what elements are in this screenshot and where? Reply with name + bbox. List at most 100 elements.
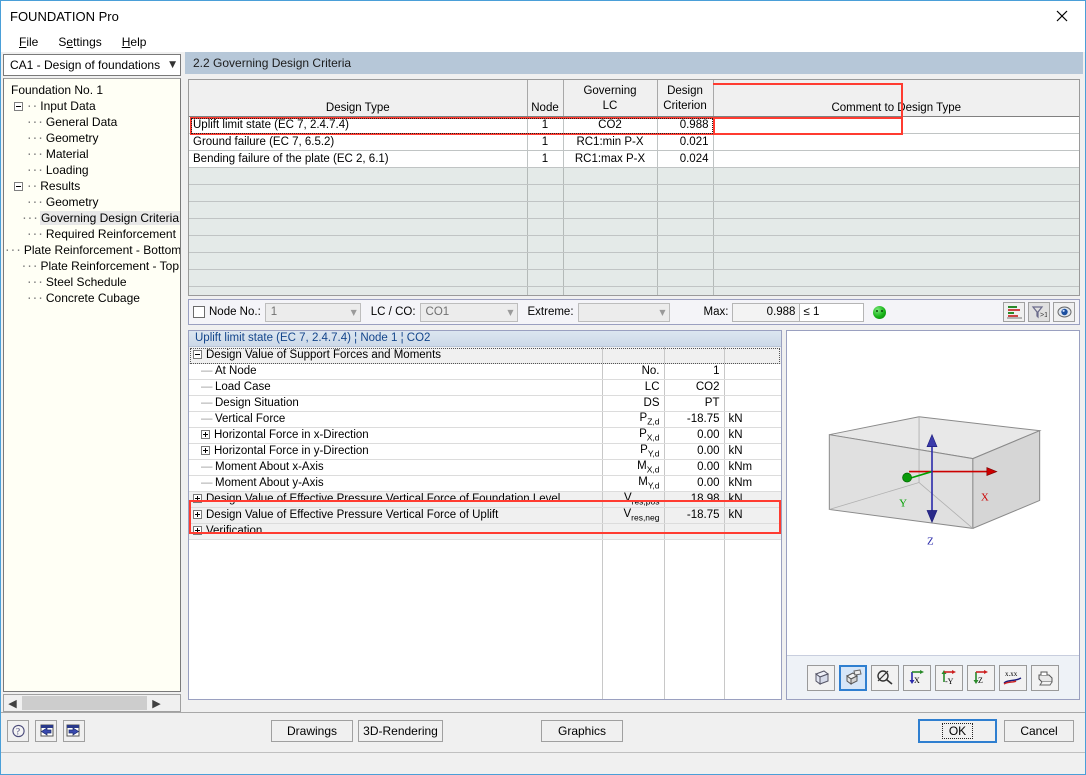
cell-design-type[interactable]: Bending failure of the plate (EC 2, 6.1) bbox=[189, 150, 528, 168]
col-comment[interactable]: Comment to Design Type bbox=[713, 80, 1079, 117]
next-arrow-icon[interactable] bbox=[63, 720, 85, 742]
detail-group-row[interactable]: Design Value of Effective Pressure Verti… bbox=[189, 491, 781, 508]
sidebar-item-concrete-cubage[interactable]: ··· Concrete Cubage bbox=[4, 290, 180, 306]
expand-icon[interactable] bbox=[193, 526, 202, 535]
table-row[interactable]: Ground failure (EC 7, 6.5.2) 1 RC1:min P-X… bbox=[189, 133, 1079, 151]
expand-icon[interactable] bbox=[193, 494, 202, 503]
sidebar-item-plate-reinforcement-top[interactable]: ··· Plate Reinforcement - Top bbox=[4, 258, 180, 274]
sidebar-item-steel-schedule[interactable]: ··· Steel Schedule bbox=[4, 274, 180, 290]
cell-lc[interactable]: CO2 bbox=[563, 116, 658, 134]
3d-rendering-button[interactable]: 3D-Rendering bbox=[358, 720, 443, 742]
extreme-select[interactable]: ▼ bbox=[577, 302, 670, 322]
detail-label-cell[interactable]: Horizontal Force in x-Direction bbox=[189, 427, 602, 444]
cell-node[interactable]: 1 bbox=[527, 133, 564, 151]
drawings-button[interactable]: Drawings bbox=[271, 720, 353, 742]
cell-criterion[interactable]: 0.024 bbox=[657, 150, 714, 168]
view-x-icon[interactable]: X bbox=[903, 664, 931, 691]
cell-comment[interactable] bbox=[713, 116, 1079, 134]
col-node[interactable]: Node bbox=[527, 80, 564, 117]
values-x-xx-icon[interactable]: x.xx bbox=[999, 664, 1027, 691]
node-no-checkbox[interactable] bbox=[193, 306, 205, 318]
detail-group-row[interactable]: Design Value of Effective Pressure Verti… bbox=[189, 507, 781, 524]
help-question-icon[interactable]: ? bbox=[7, 720, 29, 742]
governing-criteria-grid[interactable]: Design Type Node Governing LC Design Cri… bbox=[188, 79, 1080, 296]
cell-lc[interactable]: RC1:max P-X bbox=[563, 150, 658, 168]
navigator-tree[interactable]: Foundation No. 1 ·· Input Data ··· General D… bbox=[3, 78, 181, 692]
detail-label-cell[interactable]: — Vertical Force bbox=[189, 411, 602, 428]
detail-label-cell[interactable]: — Moment About y-Axis bbox=[189, 475, 602, 492]
detail-label-cell[interactable]: Design Value of Effective Pressure Verti… bbox=[189, 491, 602, 508]
detail-group-row[interactable]: Verification bbox=[189, 523, 781, 540]
sidebar-item-loading[interactable]: ··· Loading bbox=[4, 162, 180, 178]
detail-label-cell[interactable]: Design Value of Effective Pressure Verti… bbox=[189, 507, 602, 524]
table-row[interactable]: Bending failure of the plate (EC 2, 6.1)… bbox=[189, 150, 1079, 168]
print-icon[interactable] bbox=[1031, 664, 1059, 691]
sidebar-item-geometry[interactable]: ··· Geometry bbox=[4, 194, 180, 210]
sidebar-item-geometry[interactable]: ··· Geometry bbox=[4, 130, 180, 146]
scroll-right-icon[interactable]: ▶ bbox=[148, 695, 165, 711]
menu-item-file[interactable]: File bbox=[10, 33, 47, 51]
cell-lc[interactable]: RC1:min P-X bbox=[563, 133, 658, 151]
detail-row[interactable]: Horizontal Force in x-Direction PX,d 0.00 k… bbox=[189, 427, 781, 444]
cell-design-type[interactable]: Ground failure (EC 7, 6.5.2) bbox=[189, 133, 528, 151]
model-viewport[interactable]: Y X Z bbox=[787, 331, 1079, 655]
scrollbar-thumb[interactable] bbox=[22, 696, 147, 710]
cancel-button[interactable]: Cancel bbox=[1004, 720, 1074, 742]
zoom-crosshair-icon[interactable] bbox=[871, 664, 899, 691]
lc-co-select[interactable]: CO1 ▼ bbox=[419, 302, 518, 322]
col-governing-lc[interactable]: Governing LC bbox=[563, 80, 658, 117]
detail-row[interactable]: — At Node No. 1 bbox=[189, 363, 781, 380]
graphics-button[interactable]: Graphics bbox=[541, 720, 623, 742]
view-negative-y-icon[interactable]: -Y bbox=[935, 664, 963, 691]
sidebar-item-general-data[interactable]: ··· General Data bbox=[4, 114, 180, 130]
detail-row[interactable]: — Load Case LC CO2 bbox=[189, 379, 781, 396]
cell-criterion[interactable]: 0.021 bbox=[657, 133, 714, 151]
sidebar-item-plate-reinforcement-bottom[interactable]: ··· Plate Reinforcement - Bottom bbox=[4, 242, 180, 258]
cell-node[interactable]: 1 bbox=[527, 116, 564, 134]
expand-icon[interactable] bbox=[201, 430, 210, 439]
detail-pane[interactable]: Uplift limit state (EC 7, 2.4.7.4) ¦ Nod… bbox=[188, 330, 782, 700]
col-design-criterion[interactable]: Design Criterion bbox=[657, 80, 714, 117]
filter-greater-than-one-icon[interactable]: >1 bbox=[1028, 302, 1050, 322]
close-icon[interactable] bbox=[1039, 1, 1085, 31]
color-bars-icon[interactable] bbox=[1003, 302, 1025, 322]
cell-comment[interactable] bbox=[713, 150, 1079, 168]
ok-button[interactable]: OK bbox=[918, 719, 997, 743]
detail-label-cell[interactable]: Design Value of Support Forces and Momen… bbox=[189, 347, 602, 364]
table-row[interactable]: Uplift limit state (EC 7, 2.4.7.4) 1 CO2 0.… bbox=[189, 116, 1079, 134]
sidebar-item-foundation-no-1[interactable]: Foundation No. 1 bbox=[4, 82, 180, 98]
case-select[interactable]: CA1 - Design of foundations ▼ bbox=[3, 54, 181, 76]
sidebar-item-input-data[interactable]: ·· Input Data bbox=[4, 98, 180, 114]
tree-collapse-icon[interactable] bbox=[14, 101, 23, 111]
cell-design-type[interactable]: Uplift limit state (EC 7, 2.4.7.4) bbox=[189, 116, 528, 134]
detail-label-cell[interactable]: — Load Case bbox=[189, 379, 602, 396]
detail-label-cell[interactable]: Horizontal Force in y-Direction bbox=[189, 443, 602, 460]
sidebar-item-governing-design-criteria[interactable]: ··· Governing Design Criteria bbox=[4, 210, 180, 226]
detail-row[interactable]: — Moment About y-Axis MY,d 0.00 kNm bbox=[189, 475, 781, 492]
detail-group-row[interactable]: Design Value of Support Forces and Momen… bbox=[189, 347, 781, 364]
cell-node[interactable]: 1 bbox=[527, 150, 564, 168]
tree-collapse-icon[interactable] bbox=[14, 181, 23, 191]
detail-row[interactable]: Horizontal Force in y-Direction PY,d 0.00 k… bbox=[189, 443, 781, 460]
menu-item-settings[interactable]: Settings bbox=[49, 33, 110, 51]
scroll-left-icon[interactable]: ◀ bbox=[4, 695, 21, 711]
detail-row[interactable]: — Moment About x-Axis MX,d 0.00 kNm bbox=[189, 459, 781, 476]
menu-item-help[interactable]: Help bbox=[113, 33, 156, 51]
eye-icon[interactable] bbox=[1053, 302, 1075, 322]
col-design-type[interactable]: Design Type bbox=[189, 80, 528, 117]
expand-icon[interactable] bbox=[201, 446, 210, 455]
detail-label-cell[interactable]: Verification bbox=[189, 523, 602, 540]
sidebar-item-required-reinforcement[interactable]: ··· Required Reinforcement bbox=[4, 226, 180, 242]
sidebar-item-results[interactable]: ·· Results bbox=[4, 178, 180, 194]
wireframe-cube-icon[interactable] bbox=[807, 664, 835, 691]
collapse-icon[interactable] bbox=[193, 349, 202, 359]
expand-icon[interactable] bbox=[193, 510, 202, 519]
detail-label-cell[interactable]: — At Node bbox=[189, 363, 602, 380]
navigator-horizontal-scrollbar[interactable]: ◀ ▶ bbox=[3, 694, 181, 712]
cell-comment[interactable] bbox=[713, 133, 1079, 151]
cell-criterion[interactable]: 0.988 bbox=[657, 116, 714, 134]
previous-arrow-icon[interactable] bbox=[35, 720, 57, 742]
sidebar-item-material[interactable]: ··· Material bbox=[4, 146, 180, 162]
detail-label-cell[interactable]: — Moment About x-Axis bbox=[189, 459, 602, 476]
detail-label-cell[interactable]: — Design Situation bbox=[189, 395, 602, 412]
